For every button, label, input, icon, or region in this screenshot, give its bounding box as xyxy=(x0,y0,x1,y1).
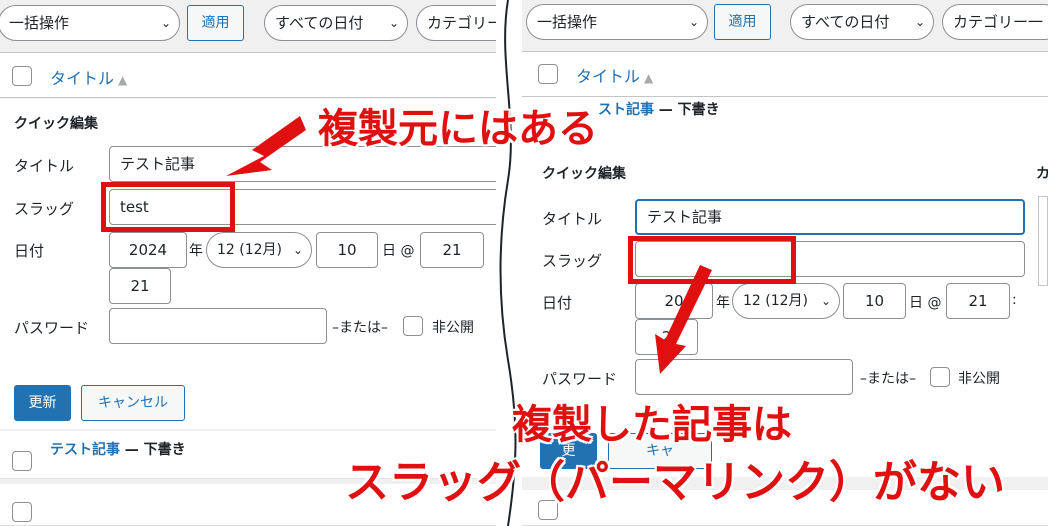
annotation-bottom-line1: 複製した記事は xyxy=(512,402,792,448)
annotation-top: 複製元にはある xyxy=(318,106,598,152)
annotation-bottom-line2: スラッグ（パーマリンク）がない xyxy=(345,457,1005,508)
arrow-icon xyxy=(226,116,306,176)
arrow-icon xyxy=(655,265,712,374)
